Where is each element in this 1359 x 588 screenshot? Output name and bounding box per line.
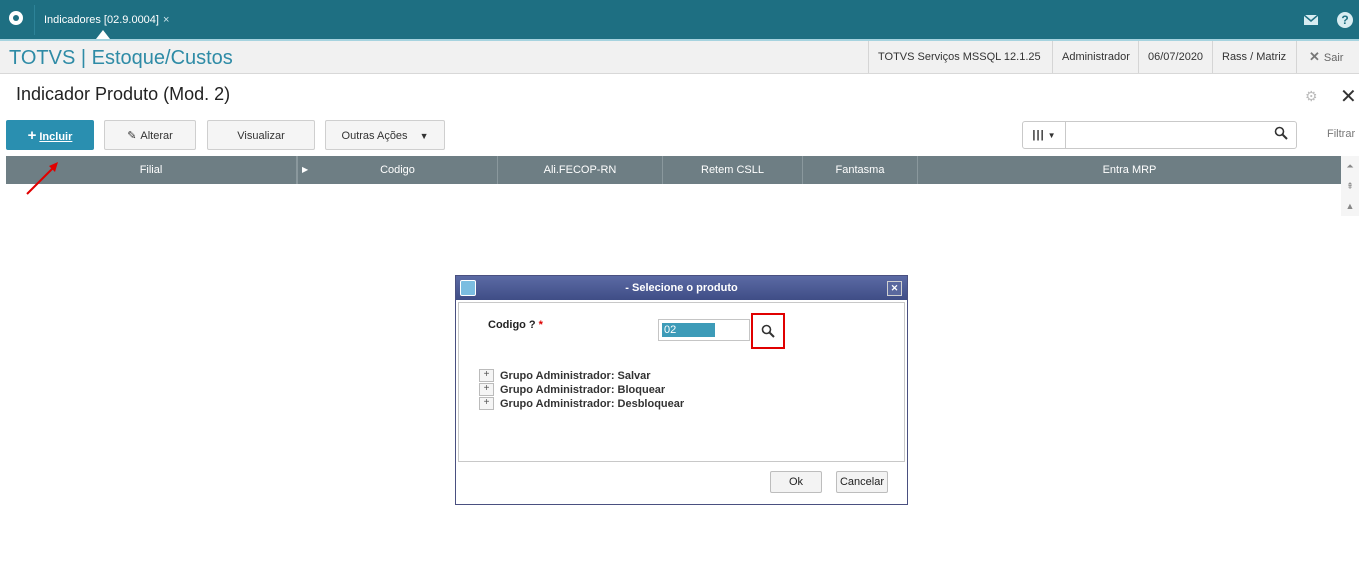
ok-button[interactable]: Ok — [770, 471, 822, 493]
gear-icon[interactable]: ⚙ — [1305, 88, 1318, 105]
scroll-page-up-icon[interactable]: ⇞ — [1341, 176, 1359, 196]
page-title: Indicador Produto (Mod. 2) — [16, 84, 231, 104]
scroll-top-icon[interactable]: ⏶ — [1341, 156, 1359, 176]
user-info: Administrador — [1052, 41, 1138, 73]
expand-icon[interactable]: + — [479, 397, 494, 410]
expand-icon[interactable]: + — [479, 383, 494, 396]
include-button[interactable]: + Incluir — [6, 120, 94, 150]
branch-info[interactable]: Rass / Matriz — [1212, 41, 1296, 73]
tree-item-desbloquear[interactable]: + Grupo Administrador: Desbloquear — [479, 397, 684, 410]
grid-header: Filial ▶ Codigo Ali.FECOP-RN Retem CSLL F… — [6, 156, 1341, 184]
chevron-down-icon: ▼ — [1047, 130, 1056, 140]
column-header-entra-mrp[interactable]: Entra MRP — [918, 156, 1341, 184]
mail-icon[interactable] — [1296, 0, 1326, 39]
exit-button[interactable]: ✕ Sair — [1296, 41, 1359, 73]
view-button[interactable]: Visualizar — [207, 120, 315, 150]
dialog-title: - Selecione o produto — [625, 282, 738, 294]
column-header-codigo[interactable]: ▶ Codigo — [297, 156, 498, 184]
top-bar: Indicadores [02.9.0004] × ? — [0, 0, 1359, 39]
column-header-fantasma[interactable]: Fantasma — [803, 156, 918, 184]
active-tab-indicator — [96, 30, 110, 39]
exit-label: Sair — [1323, 52, 1344, 64]
search-icon[interactable] — [1274, 126, 1288, 144]
search-box[interactable]: ||| ▼ — [1022, 121, 1297, 149]
edit-button[interactable]: ✎ Alterar — [104, 120, 196, 150]
scroll-up-icon[interactable]: ▲ — [1341, 196, 1359, 216]
dialog-titlebar: - Selecione o produto ✕ — [456, 276, 907, 300]
close-page-icon[interactable]: ✕ — [1340, 84, 1357, 109]
tree-item-label: Grupo Administrador: Desbloquear — [500, 397, 685, 410]
codigo-label-text: Codigo ? — [488, 319, 536, 331]
columns-selector[interactable]: ||| ▼ — [1023, 122, 1066, 148]
totvs-logo-icon[interactable] — [9, 11, 23, 25]
server-info: TOTVS Serviços MSSQL 12.1.25 — [868, 41, 1052, 73]
column-header-fecop[interactable]: Ali.FECOP-RN — [498, 156, 663, 184]
codigo-label: Codigo ? * — [488, 319, 543, 331]
date-info: 06/07/2020 — [1138, 41, 1212, 73]
search-icon — [761, 324, 775, 338]
tree-item-label: Grupo Administrador: Bloquear — [500, 383, 666, 396]
module-header: TOTVS | Estoque/Custos TOTVS Serviços MS… — [0, 39, 1359, 74]
sort-indicator-icon: ▶ — [302, 165, 309, 174]
pencil-icon: ✎ — [127, 130, 137, 142]
columns-icon: ||| — [1032, 129, 1045, 141]
lookup-search-button[interactable] — [751, 313, 785, 349]
view-label: Visualizar — [237, 130, 285, 142]
other-actions-label: Outras Ações — [341, 130, 408, 142]
tree-item-salvar[interactable]: + Grupo Administrador: Salvar — [479, 369, 651, 382]
tab-close-icon[interactable]: × — [163, 14, 169, 26]
other-actions-button[interactable]: Outras Ações ▼ — [325, 120, 445, 150]
help-icon[interactable]: ? — [1330, 0, 1359, 39]
chevron-down-icon: ▼ — [419, 131, 429, 141]
grid-scrollbar[interactable]: ⏶ ⇞ ▲ — [1341, 156, 1359, 216]
module-title: TOTVS | Estoque/Custos — [9, 47, 233, 69]
tree-item-bloquear[interactable]: + Grupo Administrador: Bloquear — [479, 383, 665, 396]
codigo-input[interactable]: 02 — [658, 319, 750, 341]
filter-link[interactable]: Filtrar — [1327, 128, 1355, 140]
column-header-codigo-label: Codigo — [380, 164, 415, 176]
column-header-retem-csll[interactable]: Retem CSLL — [663, 156, 803, 184]
include-label: Incluir — [39, 131, 73, 143]
edit-label: Alterar — [140, 130, 173, 142]
codigo-input-value[interactable]: 02 — [662, 323, 715, 337]
tree-item-label: Grupo Administrador: Salvar — [500, 369, 651, 382]
window-icon — [460, 280, 476, 296]
required-mark: * — [538, 319, 543, 331]
dialog-close-icon[interactable]: ✕ — [887, 281, 902, 296]
expand-icon[interactable]: + — [479, 369, 494, 382]
close-icon: ✕ — [1309, 49, 1320, 64]
annotation-arrow — [26, 162, 58, 195]
cancel-button[interactable]: Cancelar — [836, 471, 888, 493]
tab-label: Indicadores [02.9.0004] — [44, 14, 159, 26]
plus-icon: + — [27, 127, 37, 144]
